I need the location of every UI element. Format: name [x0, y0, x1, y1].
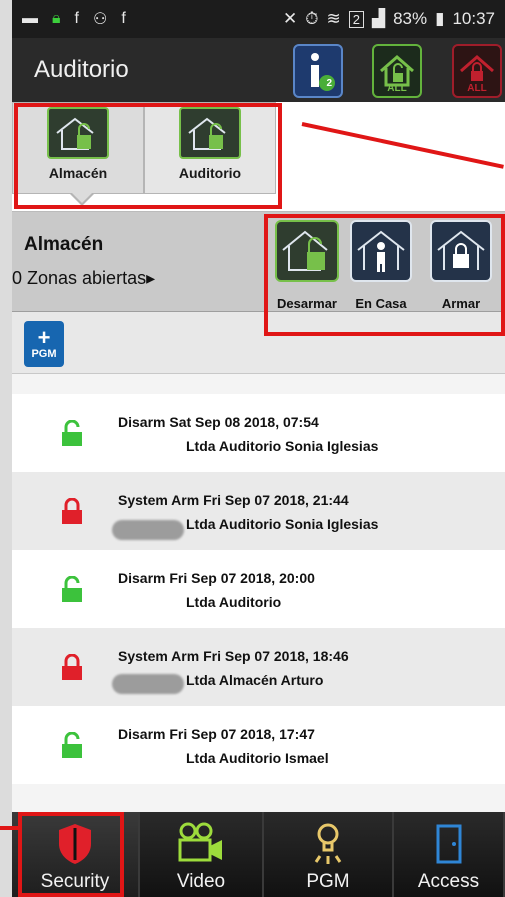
event-user: Ltda Auditorio Ismael — [186, 750, 329, 766]
sim-badge: 2 — [348, 10, 364, 28]
partition-tab-almacen[interactable]: Almacén — [12, 102, 144, 194]
annotation-line-left — [0, 826, 18, 830]
alarm-icon: ⏱︎ — [305, 9, 319, 28]
disarm-button[interactable]: Desarmar — [274, 220, 340, 311]
bottom-navigation: Security Video PGM Access — [12, 812, 505, 897]
event-log[interactable]: Disarm Sat Sep 08 2018, 07:54 Ltda Audit… — [12, 394, 505, 794]
house-lock-icon — [430, 220, 492, 282]
event-row[interactable]: Disarm Fri Sep 07 2018, 20:00 Ltda Audit… — [12, 550, 505, 628]
lightbulb-icon — [314, 823, 342, 864]
nav-access[interactable]: Access — [394, 812, 505, 897]
redaction-smudge — [112, 520, 184, 540]
partition-label: Auditorio — [178, 165, 242, 181]
battery-icon: ▮ — [435, 9, 445, 28]
nav-label: PGM — [306, 871, 350, 892]
event-title: System Arm Fri Sep 07 2018, 18:46 — [118, 648, 349, 664]
page-title: Auditorio — [34, 56, 129, 83]
event-title: Disarm Fri Sep 07 2018, 17:47 — [118, 726, 315, 742]
info-button[interactable]: 2 — [293, 44, 343, 98]
partition-label: Almacén — [48, 165, 108, 181]
lock-notification-icon: 🔒︎ — [52, 10, 61, 27]
mute-icon: ✕ — [282, 9, 298, 28]
event-row[interactable]: System Arm Fri Sep 07 2018, 18:46 Ltda A… — [12, 628, 505, 706]
facebook-icon-2: f — [121, 10, 126, 27]
tab-caret-inner — [72, 193, 92, 203]
pgm-strip: + PGM — [12, 312, 505, 374]
all-label-red: ALL — [467, 83, 487, 94]
stay-label: En Casa — [355, 296, 407, 311]
wifi-icon: ≋ — [326, 9, 341, 28]
nav-pgm[interactable]: PGM — [264, 812, 394, 897]
partition-tabs: Almacén Auditorio — [12, 102, 505, 212]
arm-label: Armar — [441, 296, 481, 311]
signal-icon: ▟ — [371, 9, 386, 28]
nav-video[interactable]: Video — [140, 812, 264, 897]
nav-label: Video — [176, 871, 226, 892]
clock: 10:37 — [452, 9, 495, 28]
arm-button[interactable]: Armar — [428, 220, 494, 311]
unlock-icon — [62, 420, 82, 446]
unlock-icon — [62, 576, 82, 602]
info-badge: 2 — [326, 78, 332, 89]
house-disarmed-icon — [47, 107, 109, 159]
app-header: Auditorio 2 ALL ALL — [12, 38, 505, 102]
arrow-icon: ▸ — [146, 268, 156, 288]
lock-icon — [62, 654, 82, 680]
lock-icon — [62, 498, 82, 524]
open-zones-label: 0 Zonas abiertas — [12, 268, 147, 288]
pgm-button-label: PGM — [31, 348, 57, 360]
house-person-icon — [350, 220, 412, 282]
event-text: Disarm Sat Sep 08 2018, 07:54 Ltda Audit… — [118, 414, 378, 454]
redaction-smudge — [112, 674, 184, 694]
plus-icon: + — [37, 325, 51, 350]
open-zones-text: 0 Zonas abiertas▸ — [12, 268, 155, 289]
message-icon: ▬ — [22, 10, 38, 27]
system-status: ✕ ⏱︎ ≋ 2 ▟ 83% ▮ 10:37 — [283, 9, 495, 29]
event-row[interactable]: Disarm Sat Sep 08 2018, 07:54 Ltda Audit… — [12, 394, 505, 472]
arm-all-button[interactable]: ALL — [452, 44, 502, 98]
add-pgm-button[interactable]: + PGM — [24, 321, 64, 367]
add-person-icon: ⚇ — [92, 11, 108, 28]
notification-icons: ▬ 🔒︎ f ⚇ f — [22, 9, 126, 29]
door-icon — [436, 824, 461, 864]
stay-button[interactable]: En Casa — [348, 220, 414, 311]
event-text: Disarm Fri Sep 07 2018, 17:47 Ltda Audit… — [118, 726, 329, 766]
disarm-label: Desarmar — [277, 296, 337, 311]
nav-label: Security — [40, 871, 110, 892]
event-title: Disarm Fri Sep 07 2018, 20:00 — [118, 570, 315, 586]
shield-icon — [59, 824, 91, 864]
house-disarm-icon — [275, 220, 339, 282]
partition-status-panel: Almacén 0 Zonas abiertas▸ Desarmar En Ca… — [12, 212, 505, 312]
all-label-green: ALL — [387, 83, 407, 94]
partition-name: Almacén — [24, 234, 104, 255]
app-screen: ▬ 🔒︎ f ⚇ f ✕ ⏱︎ ≋ 2 ▟ 83% ▮ 10:37 Audito… — [12, 0, 505, 897]
event-title: System Arm Fri Sep 07 2018, 21:44 — [118, 492, 349, 508]
video-camera-icon — [178, 822, 222, 862]
facebook-icon: f — [74, 10, 79, 27]
disarm-all-button[interactable]: ALL — [372, 44, 422, 98]
partition-tab-auditorio[interactable]: Auditorio — [144, 102, 276, 194]
event-row[interactable]: Disarm Fri Sep 07 2018, 17:47 Ltda Audit… — [12, 706, 505, 784]
house-disarmed-icon — [179, 107, 241, 159]
event-user: Ltda Auditorio — [186, 594, 282, 610]
event-text: Disarm Fri Sep 07 2018, 20:00 Ltda Audit… — [118, 570, 315, 610]
nav-security[interactable]: Security — [12, 812, 140, 897]
status-bar: ▬ 🔒︎ f ⚇ f ✕ ⏱︎ ≋ 2 ▟ 83% ▮ 10:37 — [12, 0, 505, 38]
event-row[interactable]: System Arm Fri Sep 07 2018, 21:44 Ltda A… — [12, 472, 505, 550]
nav-label: Access — [417, 871, 480, 892]
battery-text: 83% — [393, 9, 428, 28]
event-user: Ltda Auditorio Sonia Iglesias — [186, 438, 379, 454]
event-title: Disarm Sat Sep 08 2018, 07:54 — [118, 414, 319, 430]
unlock-icon — [62, 732, 82, 758]
